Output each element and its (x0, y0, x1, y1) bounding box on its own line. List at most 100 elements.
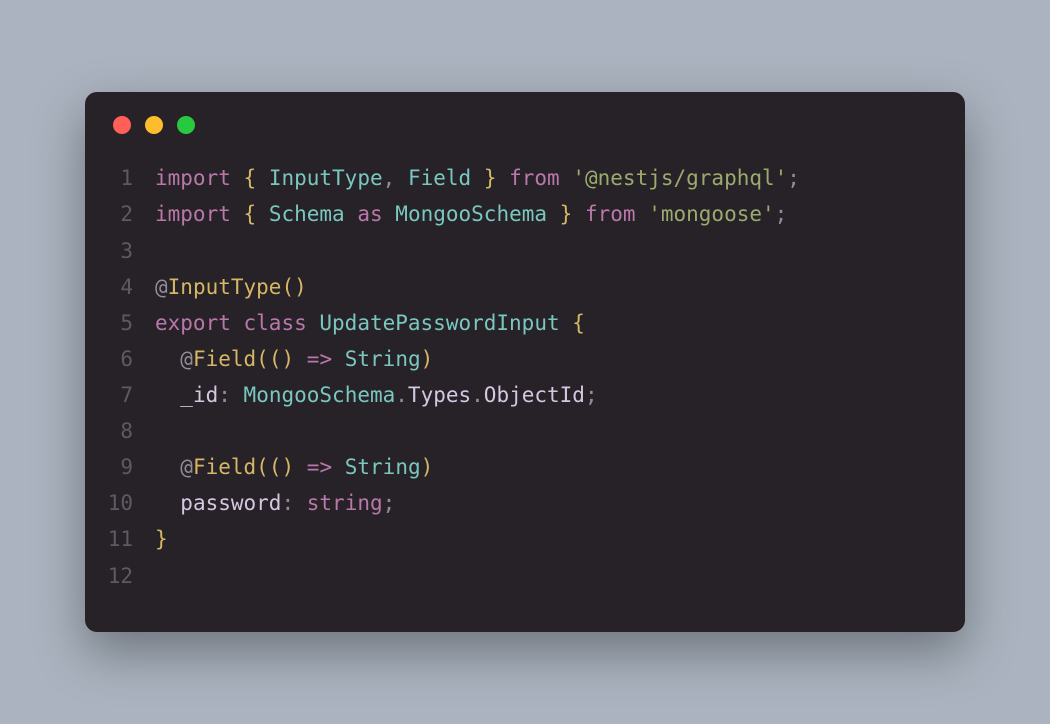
token: . (395, 383, 408, 407)
token: MongooSchema (244, 383, 396, 407)
token: { (572, 311, 585, 335)
code-line: 9 @Field(() => String) (99, 449, 937, 485)
token (155, 455, 180, 479)
token: { (244, 166, 257, 190)
token: from (585, 202, 636, 226)
token: String (345, 455, 421, 479)
token: Field (193, 347, 256, 371)
token: ) (421, 455, 434, 479)
token: from (509, 166, 560, 190)
token: ; (787, 166, 800, 190)
token: import (155, 202, 231, 226)
code-content: _id: MongooSchema.Types.ObjectId; (155, 377, 937, 413)
token (256, 166, 269, 190)
code-line: 1import { InputType, Field } from '@nest… (99, 160, 937, 196)
token: InputType (269, 166, 383, 190)
token: string (307, 491, 383, 515)
token: ( (269, 347, 282, 371)
close-icon[interactable] (113, 116, 131, 134)
token: ) (294, 275, 307, 299)
line-number: 11 (99, 521, 155, 557)
token (155, 491, 180, 515)
token (155, 347, 180, 371)
code-content: @InputType() (155, 269, 937, 305)
token: _id (180, 383, 218, 407)
token: => (307, 455, 332, 479)
token: => (307, 347, 332, 371)
token (636, 202, 649, 226)
token: @ (155, 275, 168, 299)
token: 'mongoose' (648, 202, 774, 226)
code-line: 5export class UpdatePasswordInput { (99, 305, 937, 341)
line-number: 6 (99, 341, 155, 377)
line-number: 1 (99, 160, 155, 196)
token: '@nestjs/graphql' (572, 166, 787, 190)
code-content: @Field(() => String) (155, 341, 937, 377)
token: ObjectId (484, 383, 585, 407)
token (294, 347, 307, 371)
code-content (155, 558, 937, 594)
token: ; (383, 491, 396, 515)
code-content: import { Schema as MongooSchema } from '… (155, 196, 937, 232)
token (383, 202, 396, 226)
code-line: 2import { Schema as MongooSchema } from … (99, 196, 937, 232)
window-titlebar (85, 92, 965, 152)
token: } (484, 166, 497, 190)
code-content (155, 233, 937, 269)
token: : (218, 383, 231, 407)
token: as (357, 202, 382, 226)
token (395, 166, 408, 190)
token (294, 455, 307, 479)
token (307, 311, 320, 335)
token: InputType (168, 275, 282, 299)
code-line: 12 (99, 558, 937, 594)
token: MongooSchema (395, 202, 547, 226)
code-line: 7 _id: MongooSchema.Types.ObjectId; (99, 377, 937, 413)
code-content: import { InputType, Field } from '@nestj… (155, 160, 937, 196)
token: Types (408, 383, 471, 407)
token: ( (281, 275, 294, 299)
token (256, 202, 269, 226)
code-window: 1import { InputType, Field } from '@nest… (85, 92, 965, 631)
token: password (180, 491, 281, 515)
token: export (155, 311, 231, 335)
token: Field (193, 455, 256, 479)
code-line: 10 password: string; (99, 485, 937, 521)
token: Schema (269, 202, 345, 226)
line-number: 10 (99, 485, 155, 521)
token: } (155, 527, 168, 551)
token: ( (256, 347, 269, 371)
token (560, 166, 573, 190)
token (496, 166, 509, 190)
code-content: password: string; (155, 485, 937, 521)
line-number: 5 (99, 305, 155, 341)
token (560, 311, 573, 335)
token: UpdatePasswordInput (319, 311, 559, 335)
code-line: 11} (99, 521, 937, 557)
token: . (471, 383, 484, 407)
maximize-icon[interactable] (177, 116, 195, 134)
line-number: 3 (99, 233, 155, 269)
token (471, 166, 484, 190)
minimize-icon[interactable] (145, 116, 163, 134)
token (155, 383, 180, 407)
code-content: export class UpdatePasswordInput { (155, 305, 937, 341)
line-number: 4 (99, 269, 155, 305)
token: @ (180, 455, 193, 479)
code-content: @Field(() => String) (155, 449, 937, 485)
token (294, 491, 307, 515)
token: import (155, 166, 231, 190)
code-content (155, 413, 937, 449)
token (572, 202, 585, 226)
code-line: 3 (99, 233, 937, 269)
line-number: 12 (99, 558, 155, 594)
token (332, 347, 345, 371)
token: : (281, 491, 294, 515)
token: ) (281, 455, 294, 479)
token (332, 455, 345, 479)
code-line: 8 (99, 413, 937, 449)
token (231, 311, 244, 335)
code-line: 4@InputType() (99, 269, 937, 305)
token (345, 202, 358, 226)
code-editor[interactable]: 1import { InputType, Field } from '@nest… (85, 152, 965, 603)
